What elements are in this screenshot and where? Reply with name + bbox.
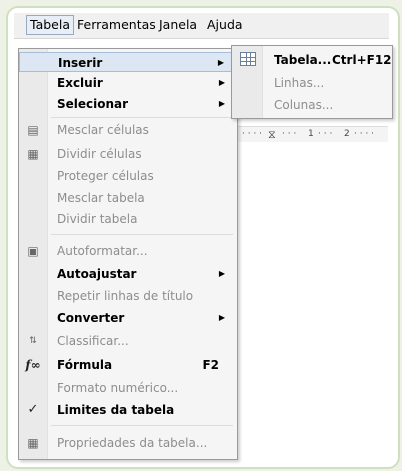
menu-item-excluir[interactable]: Excluir ▶ <box>19 73 237 93</box>
sort-icon: ⇅ <box>29 336 37 346</box>
menu-item-inserir[interactable]: Inserir ▶ <box>19 52 237 72</box>
shortcut-label: F2 <box>202 358 219 372</box>
menu-item-formato-numerico[interactable]: Formato numérico... <box>19 378 237 398</box>
menu-ajuda[interactable]: Ajuda <box>204 16 246 34</box>
submenu-arrow-icon: ▶ <box>218 78 225 87</box>
split-cells-icon: ▦ <box>27 147 39 161</box>
submenu-item-colunas[interactable]: Colunas... <box>232 94 392 116</box>
ruler-mark-1: 1 <box>308 129 314 139</box>
menu-item-repetir-linhas[interactable]: Repetir linhas de título <box>19 286 237 306</box>
inserir-submenu: Tabela... Ctrl+F12 Linhas... Colunas... <box>231 45 393 119</box>
ruler-mark-2: 2 <box>344 129 350 139</box>
menu-item-limites-da-tabela[interactable]: ✓ Limites da tabela <box>19 400 237 420</box>
submenu-item-linhas[interactable]: Linhas... <box>232 72 392 94</box>
document-area[interactable] <box>238 142 388 462</box>
menu-item-dividir-celulas[interactable]: ▦ Dividir células <box>19 144 237 164</box>
checkmark-icon: ✓ <box>27 402 39 417</box>
menu-item-dividir-tabela[interactable]: Dividir tabela <box>19 209 237 229</box>
table-properties-icon: ▦ <box>27 436 39 450</box>
shortcut-label: Ctrl+F12 <box>332 53 392 67</box>
menu-janela[interactable]: Janela <box>156 16 200 34</box>
horizontal-ruler[interactable]: · · · · ⧖ · · · 1 · · · 2 · · · · <box>238 126 388 143</box>
autoformat-icon: ▣ <box>27 244 39 258</box>
menu-item-mesclar-tabela[interactable]: Mesclar tabela <box>19 188 237 208</box>
menu-item-mesclar-celulas[interactable]: ▤ Mesclar células <box>19 120 237 140</box>
submenu-arrow-icon: ▶ <box>218 313 225 322</box>
menu-separator <box>51 234 233 235</box>
submenu-arrow-icon: ▶ <box>218 269 225 278</box>
menu-item-converter[interactable]: Converter ▶ <box>19 308 237 328</box>
menu-item-formula[interactable]: f∞ Fórmula F2 <box>19 355 237 375</box>
submenu-arrow-icon: ▶ <box>217 58 224 67</box>
menu-item-classificar[interactable]: ⇅ Classificar... <box>19 331 237 351</box>
menu-tabela[interactable]: Tabela <box>26 15 74 35</box>
submenu-arrow-icon: ▶ <box>218 99 225 108</box>
formula-icon: f∞ <box>25 358 41 372</box>
menu-item-autoajustar[interactable]: Autoajustar ▶ <box>19 264 237 284</box>
menu-item-proteger-celulas[interactable]: Proteger células <box>19 166 237 186</box>
menu-separator <box>51 117 233 118</box>
menu-separator <box>51 425 233 426</box>
menu-item-propriedades[interactable]: ▦ Propriedades da tabela... <box>19 433 237 453</box>
submenu-item-tabela[interactable]: Tabela... Ctrl+F12 <box>232 49 392 71</box>
menu-ferramentas[interactable]: Ferramentas <box>74 16 159 34</box>
menu-bar: Tabela Ferramentas Janela Ajuda <box>14 13 389 39</box>
tabela-dropdown-menu: Inserir ▶ Excluir ▶ Selecionar ▶ ▤ Mescl… <box>18 48 238 460</box>
table-icon <box>240 52 256 68</box>
menu-item-autoformatar[interactable]: ▣ Autoformatar... <box>19 241 237 261</box>
merge-cells-icon: ▤ <box>27 123 39 137</box>
menu-item-selecionar[interactable]: Selecionar ▶ <box>19 94 237 114</box>
indent-marker-icon[interactable]: ⧖ <box>268 127 276 142</box>
